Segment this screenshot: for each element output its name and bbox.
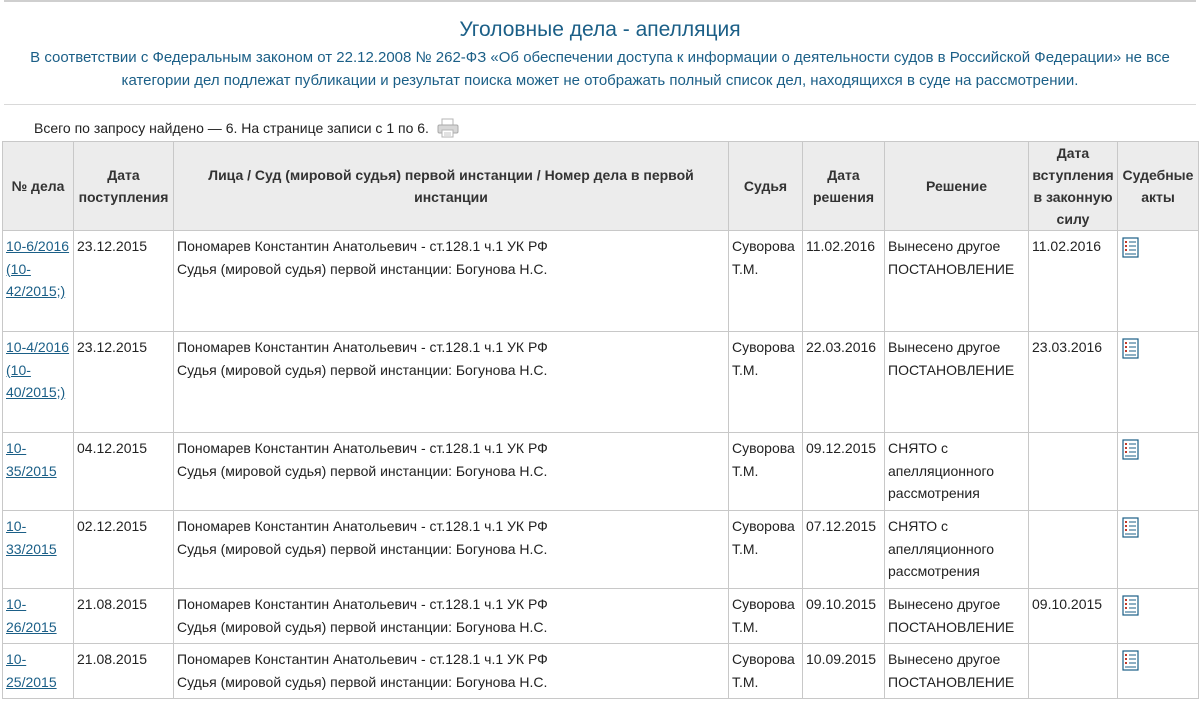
judge-cell: Суворова Т.М. xyxy=(728,588,803,644)
lower-court-judge-text: Судья (мировой судья) первой инстанции: … xyxy=(177,260,548,277)
table-header-row: № дела Дата поступления Лица / Суд (миро… xyxy=(2,141,1199,231)
decision-date-cell: 07.12.2015 xyxy=(802,510,885,589)
decision-cell: Вынесено другое ПОСТАНОВЛЕНИЕ xyxy=(884,230,1029,332)
col-header-received-date[interactable]: Дата поступления xyxy=(73,141,174,231)
decision-cell: СНЯТО с апелляционного рассмотрения xyxy=(884,510,1029,589)
case-number-cell: 10-33/2015 xyxy=(2,510,74,589)
effective-date-cell xyxy=(1028,432,1118,511)
legal-notice: В соответствии с Федеральным законом от … xyxy=(30,49,1170,89)
parties-cell: Пономарев Константин Анатольевич - ст.12… xyxy=(173,432,729,511)
received-date-cell: 02.12.2015 xyxy=(73,510,174,589)
case-number-cell: 10-25/2015 xyxy=(2,643,74,699)
defendant-text: Пономарев Константин Анатольевич - ст.12… xyxy=(177,238,548,254)
parties-cell: Пономарев Константин Анатольевич - ст.12… xyxy=(173,331,729,433)
page-title: Уголовные дела - апелляция xyxy=(459,18,741,41)
case-number-cell: 10-26/2015 xyxy=(2,588,74,644)
case-number-cell: 10-6/2016 (10-42/2015;) xyxy=(2,230,74,332)
decision-date-cell: 09.10.2015 xyxy=(802,588,885,644)
defendant-text: Пономарев Константин Анатольевич - ст.12… xyxy=(177,339,548,355)
document-icon[interactable] xyxy=(1121,338,1141,360)
defendant-text: Пономарев Константин Анатольевич - ст.12… xyxy=(177,651,548,667)
parties-cell: Пономарев Константин Анатольевич - ст.12… xyxy=(173,588,729,644)
court-acts-cell xyxy=(1117,331,1199,433)
decision-cell: Вынесено другое ПОСТАНОВЛЕНИЕ xyxy=(884,643,1029,699)
col-header-judge[interactable]: Судья xyxy=(728,141,803,231)
court-acts-cell xyxy=(1117,588,1199,644)
table-row: 10-6/2016 (10-42/2015;) 23.12.2015 Пономар… xyxy=(2,230,1199,332)
judge-cell: Суворова Т.М. xyxy=(728,510,803,589)
received-date-cell: 21.08.2015 xyxy=(73,643,174,699)
top-divider xyxy=(4,0,1196,2)
defendant-text: Пономарев Константин Анатольевич - ст.12… xyxy=(177,518,548,534)
received-date-cell: 21.08.2015 xyxy=(73,588,174,644)
col-header-court-acts: Судебные акты xyxy=(1117,141,1199,231)
effective-date-cell xyxy=(1028,643,1118,699)
document-icon[interactable] xyxy=(1121,237,1141,259)
col-header-decision[interactable]: Решение xyxy=(884,141,1029,231)
decision-date-cell: 09.12.2015 xyxy=(802,432,885,511)
table-row: 10-4/2016 (10-40/2015;) 23.12.2015 Пономар… xyxy=(2,331,1199,433)
results-summary: Всего по запросу найдено — 6. На страниц… xyxy=(34,120,429,136)
col-header-parties[interactable]: Лица / Суд (мировой судья) первой инстан… xyxy=(173,141,729,231)
lower-court-judge-text: Судья (мировой судья) первой инстанции: … xyxy=(177,618,548,635)
received-date-cell: 04.12.2015 xyxy=(73,432,174,511)
lower-court-judge-text: Судья (мировой судья) первой инстанции: … xyxy=(177,462,548,479)
table-row: 10-25/2015 21.08.2015 Пономарев Константин… xyxy=(2,643,1199,699)
document-icon[interactable] xyxy=(1121,650,1141,672)
decision-cell: Вынесено другое ПОСТАНОВЛЕНИЕ xyxy=(884,588,1029,644)
document-icon[interactable] xyxy=(1121,439,1141,461)
court-acts-cell xyxy=(1117,510,1199,589)
effective-date-cell xyxy=(1028,510,1118,589)
printer-icon[interactable] xyxy=(437,118,459,138)
effective-date-cell: 11.02.2016 xyxy=(1028,230,1118,332)
decision-cell: Вынесено другое ПОСТАНОВЛЕНИЕ xyxy=(884,331,1029,433)
defendant-text: Пономарев Константин Анатольевич - ст.12… xyxy=(177,596,548,612)
col-header-case-number[interactable]: № дела xyxy=(2,141,74,231)
defendant-text: Пономарев Константин Анатольевич - ст.12… xyxy=(177,440,548,456)
judge-cell: Суворова Т.М. xyxy=(728,643,803,699)
cases-table: № дела Дата поступления Лица / Суд (миро… xyxy=(2,141,1199,699)
judge-cell: Суворова Т.М. xyxy=(728,432,803,511)
table-row: 10-33/2015 02.12.2015 Пономарев Константин… xyxy=(2,510,1199,589)
case-number-link[interactable]: 10-26/2015 xyxy=(6,596,57,635)
document-icon[interactable] xyxy=(1121,517,1141,539)
table-row: 10-26/2015 21.08.2015 Пономарев Константин… xyxy=(2,588,1199,644)
case-number-link[interactable]: 10-4/2016 (10-40/2015;) xyxy=(6,339,69,400)
case-number-link[interactable]: 10-25/2015 xyxy=(6,651,57,690)
decision-date-cell: 22.03.2016 xyxy=(802,331,885,433)
results-summary-bar: Всего по запросу найдено — 6. На страниц… xyxy=(34,117,1200,139)
lower-court-judge-text: Судья (мировой судья) первой инстанции: … xyxy=(177,540,548,557)
received-date-cell: 23.12.2015 xyxy=(73,230,174,332)
case-number-cell: 10-35/2015 xyxy=(2,432,74,511)
document-icon[interactable] xyxy=(1121,595,1141,617)
decision-date-cell: 11.02.2016 xyxy=(802,230,885,332)
received-date-cell: 23.12.2015 xyxy=(73,331,174,433)
parties-cell: Пономарев Константин Анатольевич - ст.12… xyxy=(173,230,729,332)
section-divider xyxy=(4,104,1196,105)
judge-cell: Суворова Т.М. xyxy=(728,230,803,332)
case-number-cell: 10-4/2016 (10-40/2015;) xyxy=(2,331,74,433)
lower-court-judge-text: Судья (мировой судья) первой инстанции: … xyxy=(177,673,548,690)
case-number-link[interactable]: 10-35/2015 xyxy=(6,440,57,479)
col-header-decision-date[interactable]: Дата решения xyxy=(802,141,885,231)
table-row: 10-35/2015 04.12.2015 Пономарев Константин… xyxy=(2,432,1199,511)
effective-date-cell: 09.10.2015 xyxy=(1028,588,1118,644)
court-acts-cell xyxy=(1117,432,1199,511)
court-acts-cell xyxy=(1117,230,1199,332)
decision-date-cell: 10.09.2015 xyxy=(802,643,885,699)
case-number-link[interactable]: 10-6/2016 (10-42/2015;) xyxy=(6,238,69,299)
col-header-effective-date[interactable]: Дата вступления в законную силу xyxy=(1028,141,1118,231)
judge-cell: Суворова Т.М. xyxy=(728,331,803,433)
court-acts-cell xyxy=(1117,643,1199,699)
effective-date-cell: 23.03.2016 xyxy=(1028,331,1118,433)
decision-cell: СНЯТО с апелляционного рассмотрения xyxy=(884,432,1029,511)
parties-cell: Пономарев Константин Анатольевич - ст.12… xyxy=(173,510,729,589)
parties-cell: Пономарев Константин Анатольевич - ст.12… xyxy=(173,643,729,699)
case-number-link[interactable]: 10-33/2015 xyxy=(6,518,57,557)
lower-court-judge-text: Судья (мировой судья) первой инстанции: … xyxy=(177,361,548,378)
